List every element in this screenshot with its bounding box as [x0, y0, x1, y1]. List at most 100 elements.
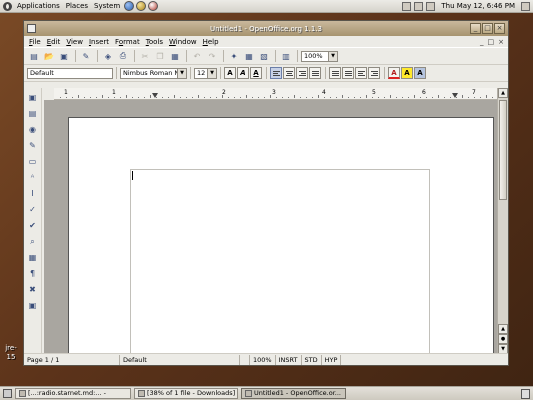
- printer-icon[interactable]: [414, 1, 424, 11]
- logout-icon[interactable]: [521, 1, 530, 11]
- page-style-indicator[interactable]: Default: [120, 354, 240, 365]
- open-icon[interactable]: 📂: [42, 49, 56, 63]
- numbering-icon[interactable]: [329, 67, 341, 79]
- insert-fields-icon[interactable]: ▤: [26, 107, 39, 120]
- menu-view[interactable]: View: [63, 38, 86, 46]
- desktop-icon-label[interactable]: jre- 15: [0, 344, 22, 362]
- gnome-foot-icon[interactable]: [3, 1, 12, 11]
- task-button-radio[interactable]: [...:radio.starnet.md:... -: [15, 388, 131, 399]
- zoom-indicator[interactable]: 100%: [250, 354, 276, 365]
- page-indicator[interactable]: Page 1 / 1: [24, 354, 120, 365]
- scroll-up-icon[interactable]: ▲: [498, 88, 508, 98]
- menu-format[interactable]: Format: [112, 38, 143, 46]
- selection-mode-indicator[interactable]: STD: [302, 354, 322, 365]
- data-sources-icon[interactable]: ▥: [279, 49, 293, 63]
- web-browser-launcher-icon[interactable]: [124, 1, 135, 11]
- spellcheck-toggle-icon[interactable]: ✔: [26, 219, 39, 232]
- show-desktop-icon[interactable]: [3, 389, 12, 398]
- font-name-dropdown-icon[interactable]: ▼: [178, 67, 187, 79]
- bullets-icon[interactable]: [342, 67, 354, 79]
- menu-tools[interactable]: Tools: [143, 38, 166, 46]
- find-replace-icon[interactable]: ⌕: [26, 235, 39, 248]
- volume-icon[interactable]: [426, 1, 436, 11]
- right-indent-marker-icon[interactable]: [452, 93, 458, 98]
- align-right-icon[interactable]: [296, 67, 308, 79]
- text-cursor-icon[interactable]: I: [26, 187, 39, 200]
- horizontal-ruler[interactable]: 1 1 2 3 4 5 6 7: [54, 88, 497, 100]
- trash-icon[interactable]: [521, 388, 530, 399]
- text-area[interactable]: [130, 169, 430, 354]
- decrease-indent-icon[interactable]: [355, 67, 367, 79]
- underline-button[interactable]: A: [250, 67, 262, 79]
- italic-button[interactable]: A: [237, 67, 249, 79]
- justify-icon[interactable]: [309, 67, 321, 79]
- spellcheck-icon[interactable]: ᴬ: [26, 171, 39, 184]
- maximize-button[interactable]: □: [482, 23, 493, 34]
- nonprinting-characters-icon[interactable]: ¶: [26, 267, 39, 280]
- mail-launcher-icon[interactable]: [136, 1, 147, 11]
- gallery-icon[interactable]: ▧: [257, 49, 271, 63]
- scroll-target-icon[interactable]: ●: [498, 334, 508, 344]
- close-button[interactable]: ×: [494, 23, 505, 34]
- system-menu[interactable]: System: [91, 2, 123, 10]
- navigator-icon[interactable]: ✦: [227, 49, 241, 63]
- doc-maximize-button[interactable]: □: [488, 38, 495, 46]
- clock[interactable]: Thu May 12, 6:46 PM: [438, 2, 518, 10]
- print-icon[interactable]: ⎙: [116, 49, 130, 63]
- paste-icon[interactable]: ▦: [168, 49, 182, 63]
- table-icon[interactable]: ▦: [242, 49, 256, 63]
- zoom-input[interactable]: 100%: [301, 50, 329, 62]
- cut-icon[interactable]: ✂: [138, 49, 152, 63]
- save-icon[interactable]: ▣: [57, 49, 71, 63]
- autospellcheck-icon[interactable]: ✓: [26, 203, 39, 216]
- font-name-select[interactable]: Nimbus Roman N: [120, 67, 178, 79]
- doc-minimize-button[interactable]: _: [480, 38, 484, 46]
- vertical-scrollbar[interactable]: ▲ ▲ ● ▼: [497, 88, 508, 354]
- menu-file[interactable]: File: [26, 38, 44, 46]
- help-launcher-icon[interactable]: [148, 1, 159, 11]
- align-left-icon[interactable]: [270, 67, 282, 79]
- insert-icon[interactable]: ▣: [26, 91, 39, 104]
- paragraph-style-select[interactable]: Default: [27, 67, 113, 79]
- show-draw-functions-icon[interactable]: ✎: [26, 139, 39, 152]
- title-bar[interactable]: Untitled1 - OpenOffice.org 1.1.3 _ □ ×: [24, 21, 508, 36]
- scroll-thumb[interactable]: [499, 100, 507, 200]
- task-button-downloads[interactable]: [38% of 1 file - Downloads]: [134, 388, 238, 399]
- scroll-up-page-icon[interactable]: ▲: [498, 324, 508, 334]
- background-color-button[interactable]: A: [414, 67, 426, 79]
- increase-indent-icon[interactable]: [368, 67, 380, 79]
- redo-icon[interactable]: ↷: [205, 49, 219, 63]
- applications-menu[interactable]: Applications: [14, 2, 63, 10]
- left-indent-marker-icon[interactable]: [152, 93, 158, 98]
- graphics-off-icon[interactable]: ✖: [26, 283, 39, 296]
- doc-close-button[interactable]: ×: [498, 38, 504, 46]
- form-functions-icon[interactable]: ▭: [26, 155, 39, 168]
- export-pdf-icon[interactable]: ◈: [101, 49, 115, 63]
- task-button-writer[interactable]: Untitled1 - OpenOffice.or...: [241, 388, 346, 399]
- align-center-icon[interactable]: [283, 67, 295, 79]
- copy-icon[interactable]: ❐: [153, 49, 167, 63]
- online-layout-icon[interactable]: ▣: [26, 299, 39, 312]
- bold-button[interactable]: A: [224, 67, 236, 79]
- new-document-icon[interactable]: ▤: [27, 49, 41, 63]
- navigator-toggle-icon[interactable]: ▦: [26, 251, 39, 264]
- ruler-tick: [108, 97, 109, 98]
- font-color-button[interactable]: A: [388, 67, 400, 79]
- hyperlink-mode-indicator[interactable]: HYP: [322, 354, 342, 365]
- font-size-select[interactable]: 12: [194, 67, 208, 79]
- menu-help[interactable]: Help: [200, 38, 222, 46]
- edit-file-icon[interactable]: ✎: [79, 49, 93, 63]
- font-size-dropdown-icon[interactable]: ▼: [208, 67, 217, 79]
- minimize-button[interactable]: _: [470, 23, 481, 34]
- highlight-button[interactable]: A: [401, 67, 413, 79]
- insert-objects-icon[interactable]: ◉: [26, 123, 39, 136]
- zoom-dropdown-icon[interactable]: ▼: [329, 50, 338, 62]
- network-icon[interactable]: [402, 1, 412, 11]
- insert-mode-indicator[interactable]: INSRT: [276, 354, 302, 365]
- undo-icon[interactable]: ↶: [190, 49, 204, 63]
- menu-edit[interactable]: Edit: [44, 38, 64, 46]
- places-menu[interactable]: Places: [63, 2, 91, 10]
- ruler-tick: [354, 97, 355, 98]
- menu-window[interactable]: Window: [166, 38, 200, 46]
- menu-insert[interactable]: Insert: [86, 38, 112, 46]
